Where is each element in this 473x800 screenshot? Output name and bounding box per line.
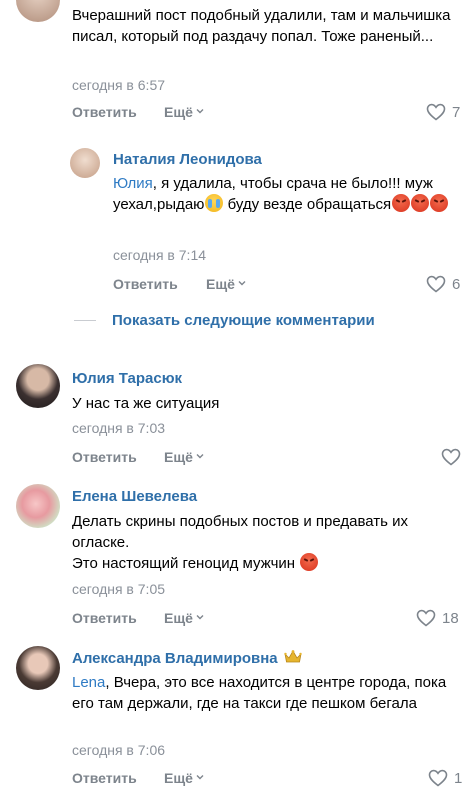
heart-icon (426, 275, 446, 293)
comment: Юлия Тарасюк У нас та же ситуация сегодн… (0, 358, 473, 473)
avatar[interactable] (70, 148, 100, 178)
author-name: Александра Владимировна (72, 650, 278, 667)
comment-time: сегодня в 7:14 (113, 247, 207, 263)
text-part: буду везде обращаться (223, 196, 392, 213)
comment-text: Юлия, я удалила, чтобы срача не было!!! … (113, 173, 461, 215)
more-button[interactable]: Ещё (164, 770, 204, 786)
angry-face-emoji (411, 194, 430, 212)
like-button[interactable]: 6 (426, 275, 460, 293)
like-button[interactable]: 18 (416, 609, 459, 627)
more-label: Ещё (164, 770, 193, 786)
avatar[interactable] (16, 0, 60, 22)
angry-face-emoji (392, 194, 411, 212)
like-count: 1 (454, 769, 463, 787)
reply-button[interactable]: Ответить (72, 770, 137, 786)
heart-icon (426, 103, 446, 121)
comment-time: сегодня в 7:03 (72, 420, 166, 436)
like-button[interactable] (441, 448, 461, 466)
divider (74, 320, 96, 321)
heart-icon (441, 448, 461, 466)
like-button[interactable]: 7 (426, 103, 460, 121)
chevron-down-icon (196, 454, 204, 459)
more-button[interactable]: Ещё (164, 449, 204, 465)
show-more-label: Показать следующие комментарии (112, 312, 375, 329)
text-part: Это настоящий геноцид мужчин (72, 555, 296, 572)
comment-author[interactable]: Наталия Леонидова (113, 151, 262, 168)
comment-time: сегодня в 7:06 (72, 742, 166, 758)
like-count: 7 (452, 103, 461, 121)
chevron-down-icon (196, 109, 204, 114)
more-label: Ещё (164, 104, 193, 120)
comment: Александра Владимировна Lena, Вчера, это… (0, 640, 473, 800)
more-label: Ещё (206, 276, 235, 292)
comment-reply: Наталия Леонидова Юлия, я удалила, чтобы… (0, 140, 473, 305)
comment-text: Lena, Вчера, это все находится в центре … (72, 672, 454, 714)
comment-author[interactable]: Елена Шевелева (72, 488, 197, 505)
like-count: 18 (442, 609, 459, 627)
mention-link[interactable]: Юлия (113, 175, 153, 192)
more-button[interactable]: Ещё (164, 104, 204, 120)
more-label: Ещё (164, 610, 193, 626)
comment: Елена Шевелева Делать скрины подобных по… (0, 478, 473, 628)
comment-text: Вчерашний пост подобный удалили, там и м… (72, 7, 451, 45)
chevron-down-icon (238, 281, 246, 286)
show-more-comments-button[interactable]: Показать следующие комментарии (74, 312, 375, 329)
text-part: , Вчера, это все находится в центре горо… (72, 674, 447, 712)
comment-time: сегодня в 6:57 (72, 77, 166, 93)
chevron-down-icon (196, 615, 204, 620)
like-count: 6 (452, 275, 461, 293)
comment-text: У нас та же ситуация (72, 395, 220, 412)
comment-author[interactable]: Александра Владимировна (72, 650, 302, 667)
crying-face-emoji (205, 194, 224, 212)
like-button[interactable]: 1 (428, 769, 462, 787)
crown-icon (283, 650, 302, 663)
reply-button[interactable]: Ответить (72, 104, 137, 120)
angry-face-emoji (430, 194, 449, 212)
reply-button[interactable]: Ответить (72, 449, 137, 465)
comment: Вчерашний пост подобный удалили, там и м… (0, 0, 473, 140)
more-button[interactable]: Ещё (206, 276, 246, 292)
avatar[interactable] (16, 484, 60, 528)
comment-text: Делать скрины подобных постов и предават… (72, 511, 462, 574)
heart-icon (428, 769, 448, 787)
comment-time: сегодня в 7:05 (72, 581, 166, 597)
reply-button[interactable]: Ответить (113, 276, 178, 292)
heart-icon (416, 609, 436, 627)
more-label: Ещё (164, 449, 193, 465)
avatar[interactable] (16, 646, 60, 690)
reply-button[interactable]: Ответить (72, 610, 137, 626)
mention-link[interactable]: Lena (72, 674, 105, 691)
comment-author[interactable]: Юлия Тарасюк (72, 370, 182, 387)
chevron-down-icon (196, 775, 204, 780)
avatar[interactable] (16, 364, 60, 408)
angry-face-emoji (300, 553, 319, 571)
text-part: Делать скрины подобных постов и предават… (72, 513, 408, 551)
more-button[interactable]: Ещё (164, 610, 204, 626)
